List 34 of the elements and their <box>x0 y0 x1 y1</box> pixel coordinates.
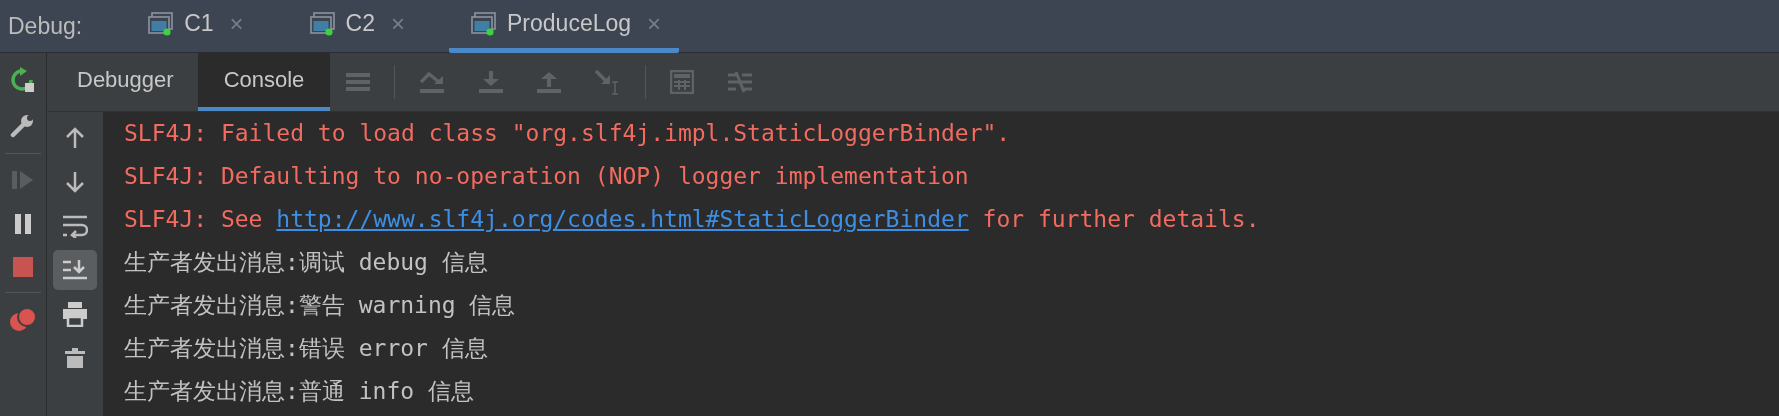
trash-icon <box>64 348 86 368</box>
step-over-icon[interactable] <box>419 70 446 94</box>
soft-wrap-icon <box>62 214 88 238</box>
window-icon <box>309 11 336 36</box>
console-line: 生产者发出消息:警告 warning 信息 <box>124 291 517 320</box>
console-line: SLF4J: Failed to load class "org.slf4j.impl.StaticLoggerBinder". <box>124 119 1012 148</box>
window-icon <box>471 11 497 36</box>
trace-icon[interactable] <box>728 70 753 94</box>
docs-link[interactable]: http://www.slf4j.org/codes.html#StaticLoggerBinder <box>276 206 969 232</box>
console-line: 生产者发出消息:错误 error 信息 <box>124 334 489 363</box>
view-tab[interactable]: Console <box>197 53 331 111</box>
pause-icon[interactable] <box>13 212 33 236</box>
view-tab[interactable]: Debugger <box>53 53 198 111</box>
scroll-button[interactable] <box>53 250 97 290</box>
rerun-icon[interactable] <box>10 67 36 93</box>
debug-label: Debug: <box>8 12 83 40</box>
wrench-icon[interactable] <box>10 113 36 139</box>
down-arrow-icon <box>65 171 85 193</box>
menu-icon[interactable] <box>346 71 371 93</box>
calculator-icon[interactable] <box>670 70 695 94</box>
window-icon <box>148 11 175 36</box>
step-out-icon[interactable] <box>537 70 562 94</box>
stop-icon[interactable] <box>12 256 34 278</box>
session-tab[interactable]: C1 × <box>126 0 262 53</box>
console-line: 生产者发出消息:调试 debug 信息 <box>124 248 489 277</box>
up-arrow-icon <box>65 127 85 149</box>
console-line: SLF4J: See http://www.slf4j.org/codes.html#StaticLoggerBinder for further details. <box>124 205 1261 234</box>
printer-icon <box>62 301 88 327</box>
step-into-icon[interactable] <box>479 70 504 94</box>
console-line: SLF4J: Defaulting to no-operation (NOP) logger implementation <box>124 162 970 191</box>
breakpoints-icon[interactable] <box>9 307 37 333</box>
scroll-to-end-icon <box>62 258 88 282</box>
console-line: 生产者发出消息:普通 info 信息 <box>124 377 475 406</box>
session-tab[interactable]: C2 × <box>287 0 423 53</box>
